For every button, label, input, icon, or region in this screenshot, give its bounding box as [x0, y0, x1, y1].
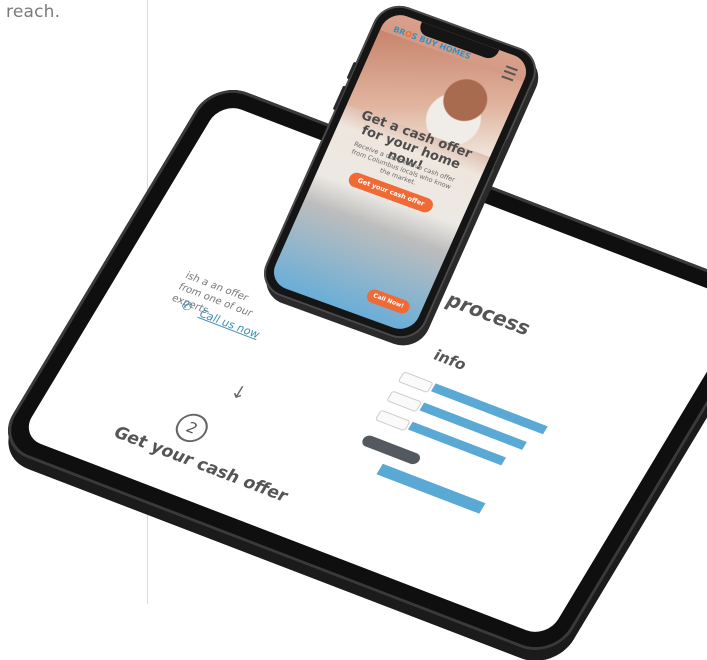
form-bar	[376, 463, 486, 514]
down-arrow-icon: ↓	[226, 381, 252, 405]
form-field[interactable]	[386, 390, 423, 413]
form-submit-pill[interactable]	[360, 433, 423, 466]
tablet-info-label: info	[430, 346, 471, 374]
form-field[interactable]	[397, 371, 434, 394]
step-number: 2	[169, 409, 214, 447]
call-now-button[interactable]: Call Now!	[364, 287, 412, 316]
tablet-section-heading: process	[441, 287, 536, 340]
form-bar	[419, 402, 527, 450]
form-field[interactable]	[374, 409, 411, 432]
